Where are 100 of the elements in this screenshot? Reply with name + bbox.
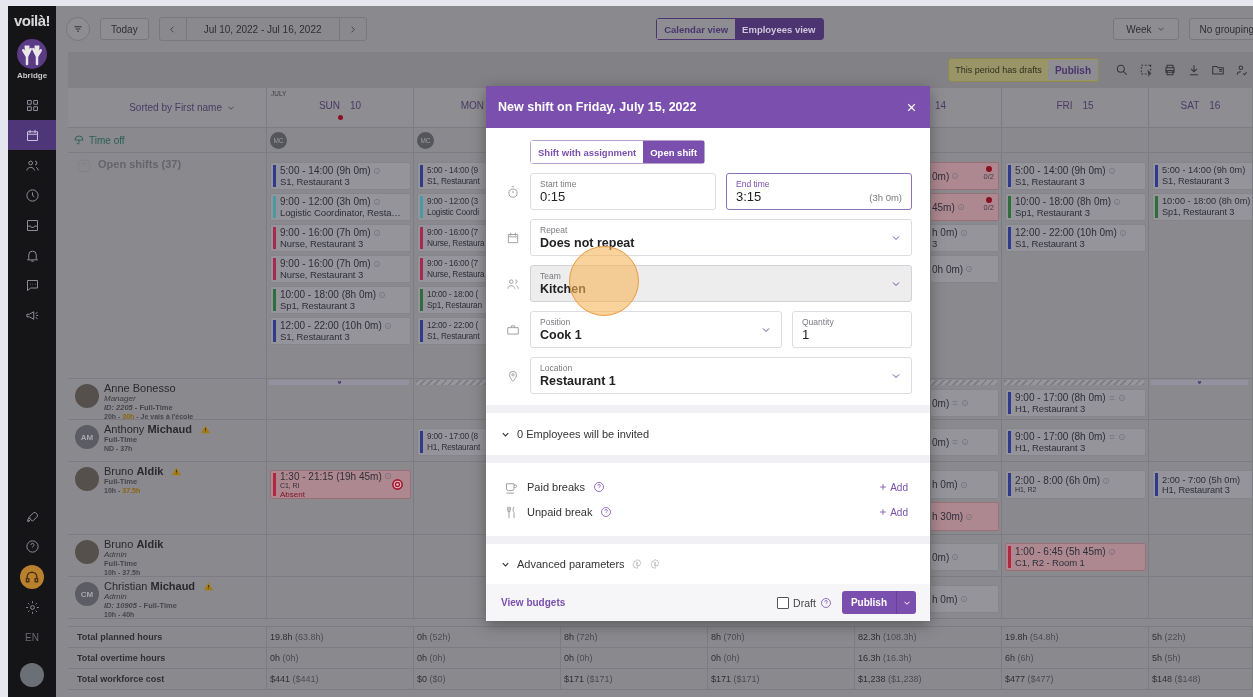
dollar-badge-icon — [630, 558, 643, 570]
calendar-cell[interactable]: 2:00 - 7:00 (5h 0m) H1, Restaurant 3 — [1149, 462, 1253, 535]
employee-name[interactable]: Anne Bonesso — [104, 382, 176, 394]
shift-card[interactable]: 2:00 - 7:00 (5h 0m) H1, Restaurant 3 — [1152, 470, 1252, 499]
shift-card[interactable]: 9:00 - 12:00 (3 Logistic Coordi — [417, 193, 487, 221]
calendar-cell[interactable]: 5:00 - 14:00 (9h 0m) S1, Restaurant 3 10:00 - 18:00 (8h 0m) Sp1, Restaurant 3 — [1149, 153, 1253, 379]
advanced-parameters-toggle[interactable]: Advanced parameters — [517, 558, 625, 570]
shift-card[interactable]: 5:00 - 14:00 (9h 0m) S1, Restaurant 3 — [270, 162, 411, 190]
shift-card[interactable]: 12:00 - 22:00 ( S1, Restaurant — [417, 317, 487, 345]
shift-type-tab[interactable]: Open shift — [643, 141, 705, 163]
shift-card[interactable]: 5:00 - 14:00 (9 S1, Restaurant — [417, 162, 487, 190]
info-icon — [956, 203, 965, 211]
employee-role: Admin — [104, 592, 128, 601]
add-break-button[interactable]: Add — [878, 481, 908, 493]
quantity-field[interactable]: Quantity 1 — [792, 311, 912, 348]
invited-employees-toggle[interactable]: 0 Employees will be invited — [517, 428, 650, 440]
help-icon[interactable] — [24, 539, 40, 554]
position-dropdown[interactable]: Position Cook 1 — [530, 311, 782, 348]
shift-card[interactable]: 10:00 - 18:00 (8h 0m) Sp1, Restaurant 3 — [1005, 193, 1146, 221]
calendar-cell[interactable]: 1:00 - 6:45 (5h 45m) C1, R2 - Room 1 — [1002, 535, 1149, 577]
shift-card[interactable]: 9:00 - 16:00 (7h 0m) Nurse, Restaurant 3 — [270, 224, 411, 252]
shift-card[interactable]: 10:00 - 18:00 (8h 0m) Sp1, Restaurant 3 — [270, 286, 411, 314]
shift-card[interactable]: 9:00 - 17:00 (8h 0m) H1, Restaurant 3 — [1005, 389, 1146, 417]
headset-icon[interactable] — [20, 565, 44, 589]
calendar-cell[interactable] — [1149, 379, 1253, 420]
employee-name[interactable]: Christian Michaud — [104, 580, 196, 592]
shift-card[interactable]: 9:00 - 12:00 (3h 0m) Logistic Coordinator, Resta… — [270, 193, 411, 221]
location-dropdown[interactable]: Location Restaurant 1 — [530, 357, 912, 394]
end-time-field[interactable]: End time 3:15 (3h 0m) — [726, 173, 912, 210]
selection-icon[interactable] — [1139, 63, 1153, 77]
info-icon — [383, 321, 392, 330]
shift-card[interactable]: 1:00 - 6:45 (5h 45m) C1, R2 - Room 1 — [1005, 543, 1146, 571]
employee-name[interactable]: Bruno Aldik — [104, 465, 164, 477]
calendar-cell[interactable] — [267, 379, 414, 420]
shift-card[interactable]: 0m) — [931, 543, 999, 571]
shift-card[interactable]: 5:00 - 14:00 (9h 0m) S1, Restaurant 3 — [1152, 162, 1252, 190]
rocket-icon[interactable] — [24, 510, 40, 525]
view-tab[interactable]: Employees view — [735, 19, 823, 39]
sort-dropdown[interactable]: Sorted by First name — [129, 102, 236, 113]
weekday-label: MON — [460, 100, 484, 111]
shift-card[interactable]: h 30m) — [931, 502, 999, 531]
view-budgets-link[interactable]: View budgets — [501, 597, 566, 608]
repeat-dropdown[interactable]: Repeat Does not repeat — [530, 219, 912, 256]
calendar-cell[interactable]: 9:00 - 17:00 (8h 0m) H1, Restaurant 3 — [1002, 379, 1149, 420]
user-check-icon[interactable] — [1235, 63, 1249, 77]
language-selector[interactable]: EN — [25, 632, 39, 643]
shift-card[interactable]: h 0m) 3 — [931, 224, 999, 252]
shift-card[interactable]: 9:00 - 16:00 (7 Nurse, Restaura — [417, 224, 487, 252]
shift-time: h 30m) — [932, 511, 964, 522]
dialog-title: New shift on Friday, July 15, 2022 — [498, 100, 697, 114]
total-value: 8h (72h) — [564, 632, 598, 642]
shift-location: S1, Restaurant 3 — [1162, 176, 1231, 187]
calendar-cell[interactable]: 9:00 - 17:00 (8h 0m) H1, Restaurant 3 — [1002, 420, 1149, 462]
folder-icon[interactable] — [1211, 63, 1225, 77]
shift-card[interactable]: 12:00 - 22:00 (10h 0m) S1, Restaurant 3 — [1005, 224, 1146, 252]
settings-icon[interactable] — [24, 600, 40, 615]
shift-card[interactable]: 9:00 - 16:00 (7h 0m) Nurse, Restaurant 3 — [270, 255, 411, 283]
print-icon[interactable] — [1163, 63, 1177, 77]
search-icon[interactable] — [1115, 63, 1129, 77]
period-dropdown[interactable]: Week — [1113, 18, 1179, 40]
total-value: $441 ($441) — [270, 674, 319, 684]
info-icon — [959, 228, 968, 237]
help-icon[interactable] — [600, 506, 613, 518]
shift-card[interactable]: 10:00 - 18:00 ( Sp1, Restauran — [417, 286, 487, 314]
shift-card[interactable]: h 0m) — [931, 585, 999, 613]
publish-button[interactable]: Publish — [1047, 60, 1098, 80]
draft-checkbox[interactable] — [777, 596, 790, 609]
filter-button[interactable] — [66, 17, 90, 41]
calendar-cell[interactable] — [267, 153, 414, 379]
shift-card[interactable]: 0m) — [931, 389, 999, 417]
grouping-dropdown[interactable]: No grouping — [1188, 18, 1253, 40]
shift-card[interactable]: 9:00 - 16:00 (7 Nurse, Restaura — [417, 255, 487, 283]
start-time-field[interactable]: Start time 0:15 — [530, 173, 716, 210]
total-value: $1,238 ($1,238) — [858, 674, 922, 684]
shift-card[interactable]: 9:00 - 17:00 (8 H1, Restaurant — [417, 428, 487, 456]
help-icon[interactable] — [593, 481, 606, 493]
shift-card[interactable]: 9:00 - 17:00 (8h 0m) H1, Restaurant 3 — [1005, 428, 1146, 456]
shift-card[interactable]: 0m) — [931, 428, 999, 456]
calendar-cell[interactable]: 5:00 - 14:00 (9h 0m) S1, Restaurant 3 10:00 - 18:00 (8h 0m) Sp1, Restaurant 3 12:00 - 22:00 (10h 0m) S1, Restaurant 3 — [1002, 153, 1149, 379]
shift-card[interactable]: h 0m) — [931, 470, 999, 499]
total-value: 6h (6h) — [1005, 653, 1034, 663]
employee-name[interactable]: Anthony Michaud — [104, 423, 193, 435]
user-avatar[interactable] — [20, 663, 44, 687]
shift-card[interactable]: 10:00 - 18:00 (8h 0m) Sp1, Restaurant 3 — [1152, 193, 1252, 221]
shift-time: h 0m) — [932, 479, 958, 490]
employee-name[interactable]: Bruno Aldik — [104, 538, 164, 550]
help-icon[interactable] — [819, 596, 832, 609]
add-break-button[interactable]: Add — [878, 506, 908, 518]
event-dot — [337, 115, 343, 120]
publish-options-button[interactable] — [896, 591, 916, 614]
nav-button[interactable] — [8, 120, 56, 150]
view-tab[interactable]: Calendar view — [657, 19, 736, 39]
today-button[interactable]: Today — [100, 18, 149, 40]
shift-card[interactable]: 0h 0m) — [931, 255, 999, 283]
shift-card[interactable]: 5:00 - 14:00 (9h 0m) S1, Restaurant 3 — [1005, 162, 1146, 190]
shift-card[interactable]: 12:00 - 22:00 (10h 0m) S1, Restaurant 3 — [270, 317, 411, 345]
shift-location: S1, Restaurant — [427, 176, 480, 187]
publish-button[interactable]: Publish — [841, 591, 896, 614]
download-icon[interactable] — [1187, 63, 1201, 77]
total-value: $148 ($148) — [1152, 674, 1201, 684]
